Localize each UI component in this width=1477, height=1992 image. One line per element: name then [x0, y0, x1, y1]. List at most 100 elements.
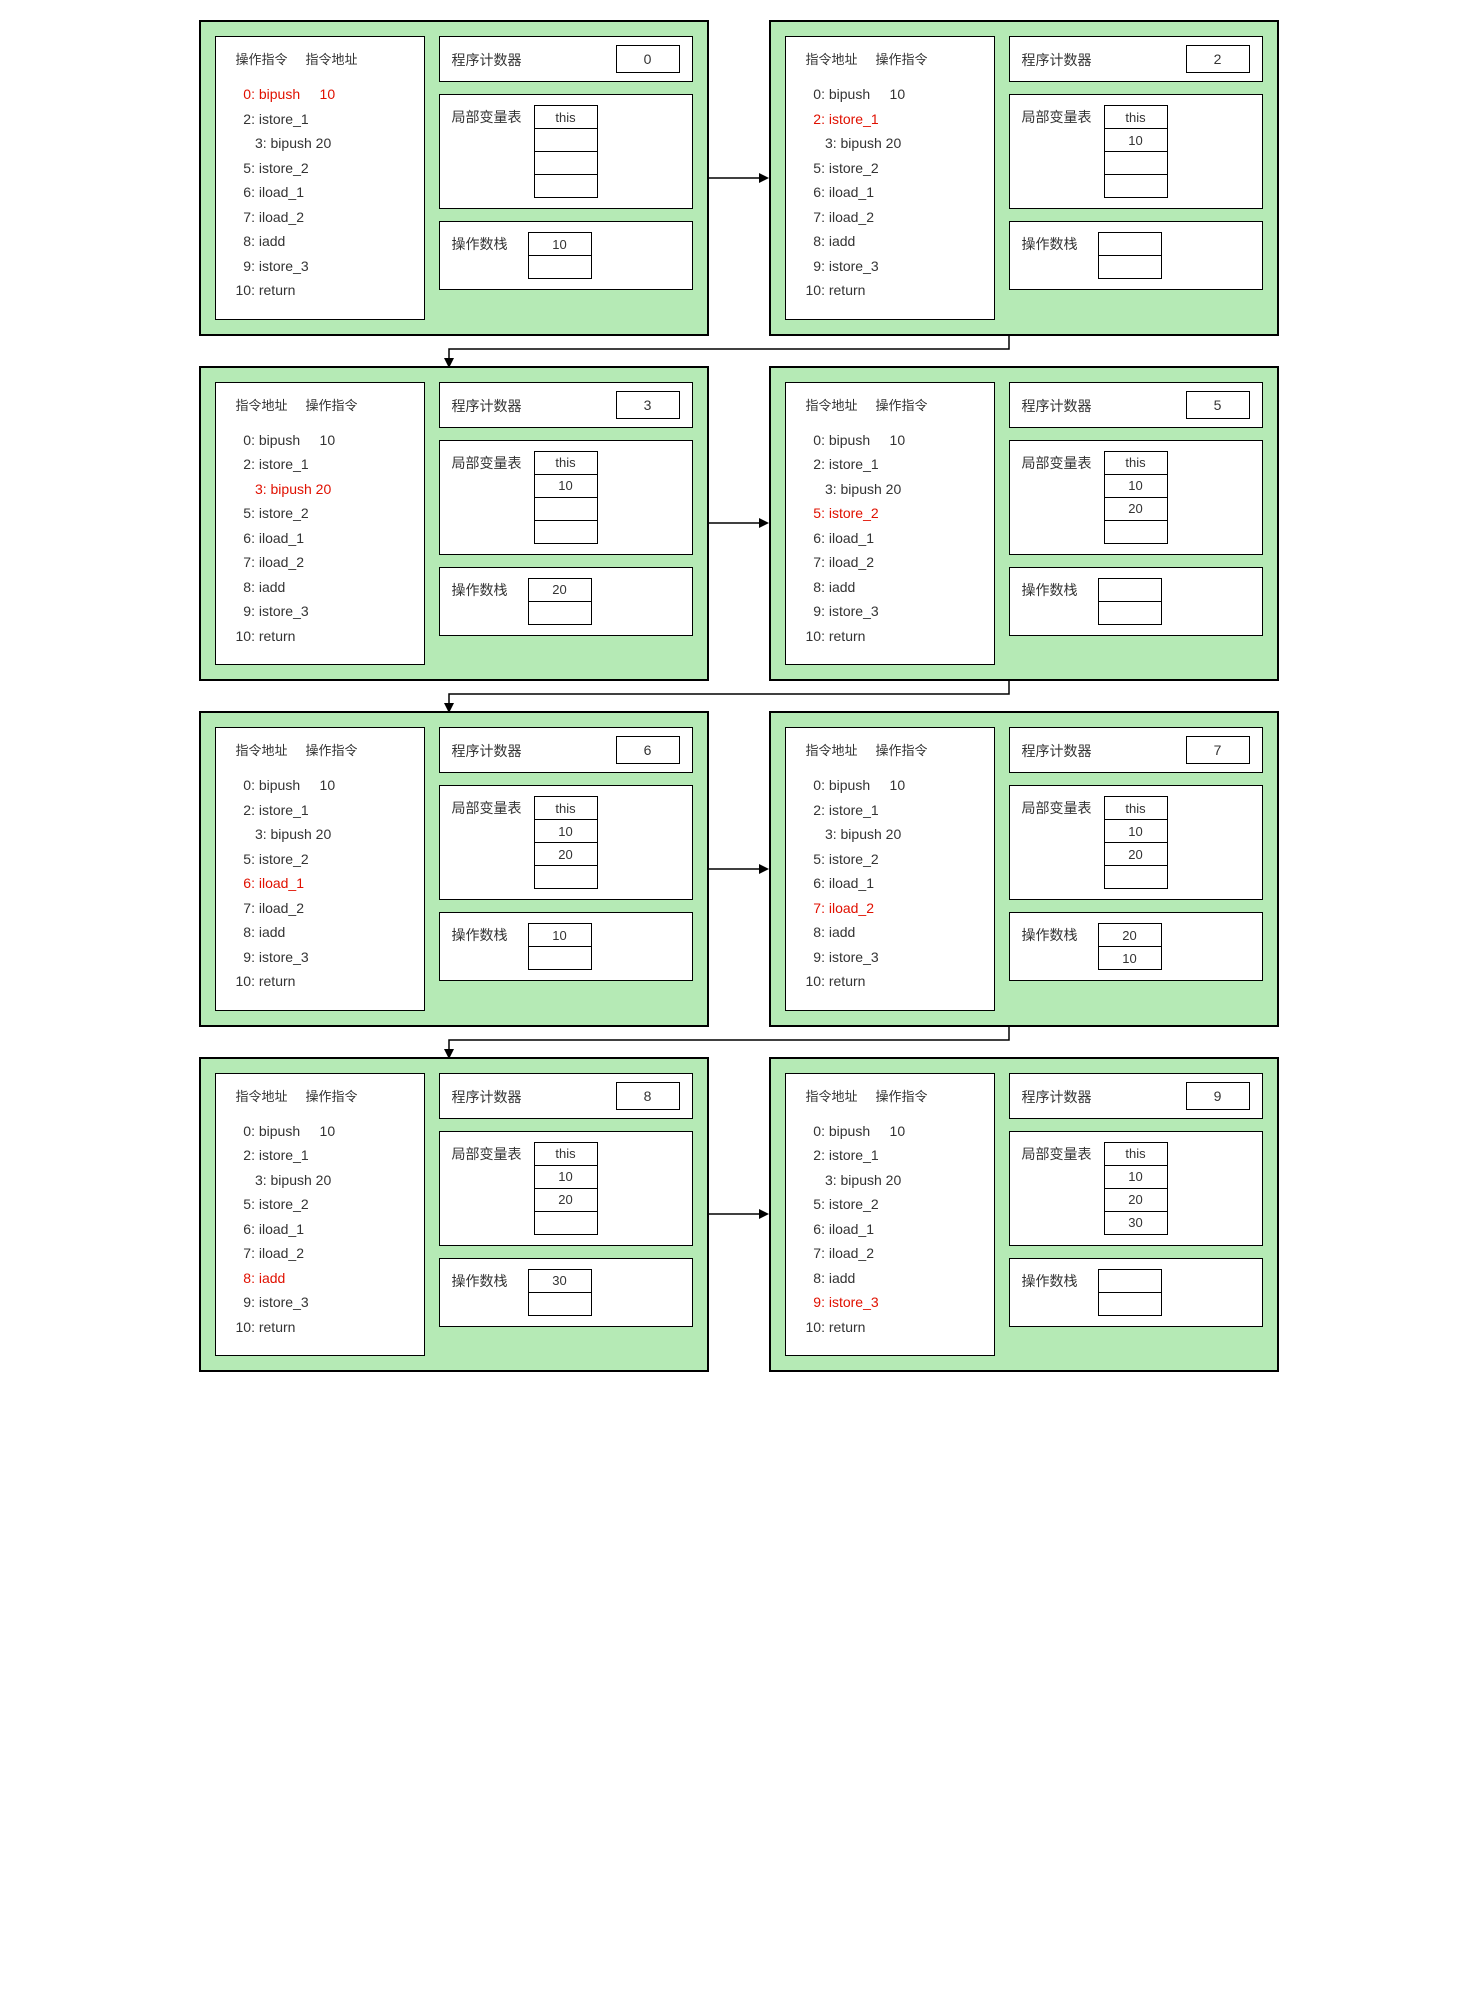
- header-operation: 操作指令: [306, 395, 358, 414]
- instruction-line: 2: istore_1: [236, 107, 408, 132]
- program-counter-box: 程序计数器 2: [1009, 36, 1263, 82]
- instruction-panel: 指令地址操作指令 0: bipush 10 2: istore_1 3: bip…: [785, 382, 995, 666]
- instruction-line: 8: iadd: [806, 1266, 978, 1291]
- instruction-line: 5: istore_2: [806, 156, 978, 181]
- instruction-line: 5: istore_2: [236, 501, 408, 526]
- program-counter-box: 程序计数器3: [439, 382, 693, 428]
- program-counter-label: 程序计数器: [452, 48, 522, 70]
- instruction-line: 7: iload_2: [806, 896, 978, 921]
- instruction-line: 3: bipush 20: [806, 822, 978, 847]
- arrow-connector-icon: [199, 681, 1279, 711]
- execution-frame: 指令地址操作指令 0: bipush 10 2: istore_1 3: bip…: [769, 20, 1279, 336]
- instruction-list: 0: bipush 10 2: istore_1 3: bipush 20 5:…: [806, 82, 978, 303]
- operand-stack-cell: [1098, 1269, 1162, 1293]
- instruction-line: 7: iload_2: [236, 205, 408, 230]
- local-variable-label: 局部变量表: [452, 105, 522, 127]
- header-address: 指令地址: [806, 395, 858, 414]
- instruction-panel: 指令地址操作指令 0: bipush 10 2: istore_1 3: bip…: [785, 36, 995, 320]
- program-counter-label: 程序计数器: [1022, 48, 1092, 70]
- operand-stack-box: 操作数栈: [1009, 567, 1263, 636]
- header-address: 指令地址: [236, 395, 288, 414]
- header-operation: 操作指令: [306, 1086, 358, 1105]
- operand-stack-cell: 10: [528, 923, 592, 947]
- instruction-line: 9: istore_3: [806, 254, 978, 279]
- execution-frame: 操作指令指令地址 0: bipush 10 2: istore_1 3: bip…: [199, 20, 709, 336]
- instruction-line: 0: bipush 10: [236, 82, 408, 107]
- local-variable-box: 局部变量表this10: [439, 440, 693, 555]
- local-variable-cell: 10: [534, 1165, 598, 1189]
- instruction-header: 指令地址操作指令: [236, 395, 408, 414]
- operand-stack-box: 操作数栈: [1009, 221, 1263, 290]
- instruction-line: 6: iload_1: [236, 871, 408, 896]
- instruction-line: 6: iload_1: [806, 180, 978, 205]
- local-variable-cell: 10: [1104, 819, 1168, 843]
- operand-stack-label: 操作数栈: [1022, 1269, 1086, 1291]
- header-address: 指令地址: [806, 1086, 858, 1105]
- instruction-list: 0: bipush 10 2: istore_1 3: bipush 20 5:…: [806, 1119, 978, 1340]
- local-variable-label: 局部变量表: [1022, 451, 1092, 473]
- local-variable-cell: this: [534, 1142, 598, 1166]
- program-counter-value: 2: [1186, 45, 1250, 73]
- local-variable-cell: 20: [1104, 842, 1168, 866]
- instruction-line: 8: iadd: [236, 1266, 408, 1291]
- local-variable-label: 局部变量表: [452, 1142, 522, 1164]
- program-counter-box: 程序计数器6: [439, 727, 693, 773]
- operand-stack-cell: [528, 601, 592, 625]
- instruction-line: 8: iadd: [236, 920, 408, 945]
- local-variable-cell: 20: [1104, 1188, 1168, 1212]
- instruction-line: 6: iload_1: [236, 1217, 408, 1242]
- local-variable-cell: 20: [1104, 497, 1168, 521]
- instruction-line: 10: return: [236, 969, 408, 994]
- operand-stack-label: 操作数栈: [452, 923, 516, 945]
- program-counter-value: 9: [1186, 1082, 1250, 1110]
- operand-stack-cell: [1098, 255, 1162, 279]
- execution-frame: 指令地址操作指令 0: bipush 10 2: istore_1 3: bip…: [769, 1057, 1279, 1373]
- execution-frame: 指令地址操作指令 0: bipush 10 2: istore_1 3: bip…: [769, 366, 1279, 682]
- instruction-line: 0: bipush 10: [806, 428, 978, 453]
- header-operation: 操作指令: [876, 1086, 928, 1105]
- operand-stack-cell: [528, 255, 592, 279]
- program-counter-value: 7: [1186, 736, 1250, 764]
- header-operation: 操作指令: [876, 740, 928, 759]
- instruction-line: 0: bipush 10: [236, 428, 408, 453]
- instruction-line: 9: istore_3: [806, 599, 978, 624]
- instruction-line: 0: bipush 10: [236, 1119, 408, 1144]
- local-variable-box: 局部变量表this1020: [439, 1131, 693, 1246]
- operand-stack-box: 操作数栈10: [439, 221, 693, 290]
- arrow-right-icon: [709, 711, 769, 1027]
- instruction-line: 6: iload_1: [806, 526, 978, 551]
- instruction-line: 7: iload_2: [236, 1241, 408, 1266]
- local-variable-cell: [534, 1211, 598, 1235]
- header-operation: 操作指令: [876, 395, 928, 414]
- instruction-line: 5: istore_2: [236, 847, 408, 872]
- instruction-panel: 指令地址操作指令 0: bipush 10 2: istore_1 3: bip…: [215, 1073, 425, 1357]
- local-variable-label: 局部变量表: [1022, 796, 1092, 818]
- instruction-header: 指令地址操作指令: [236, 740, 408, 759]
- local-variable-cell: 10: [534, 474, 598, 498]
- header-address: 指令地址: [806, 49, 858, 68]
- instruction-line: 3: bipush 20: [236, 822, 408, 847]
- instruction-line: 9: istore_3: [236, 599, 408, 624]
- instruction-line: 8: iadd: [236, 229, 408, 254]
- instruction-line: 10: return: [806, 624, 978, 649]
- operand-stack-cell: [1098, 578, 1162, 602]
- instruction-line: 9: istore_3: [236, 945, 408, 970]
- instruction-line: 3: bipush 20: [806, 477, 978, 502]
- program-counter-box: 程序计数器0: [439, 36, 693, 82]
- operand-stack-cell: [1098, 601, 1162, 625]
- operand-stack-cell: 10: [1098, 946, 1162, 970]
- local-variable-cell: this: [1104, 105, 1168, 129]
- execution-frame: 指令地址操作指令 0: bipush 10 2: istore_1 3: bip…: [199, 1057, 709, 1373]
- instruction-line: 9: istore_3: [806, 945, 978, 970]
- header-address: 指令地址: [236, 1086, 288, 1105]
- header-operation: 操作指令: [236, 49, 288, 68]
- operand-stack-cell: 20: [528, 578, 592, 602]
- program-counter-label: 程序计数器: [1022, 739, 1092, 761]
- local-variable-cell: [1104, 865, 1168, 889]
- local-variable-box: 局部变量表this102030: [1009, 1131, 1263, 1246]
- local-variable-cell: this: [534, 105, 598, 129]
- instruction-list: 0: bipush 10 2: istore_1 3: bipush 20 5:…: [236, 82, 408, 303]
- instruction-list: 0: bipush 10 2: istore_1 3: bipush 20 5:…: [236, 428, 408, 649]
- operand-stack-box: 操作数栈20: [439, 567, 693, 636]
- operand-stack-label: 操作数栈: [452, 1269, 516, 1291]
